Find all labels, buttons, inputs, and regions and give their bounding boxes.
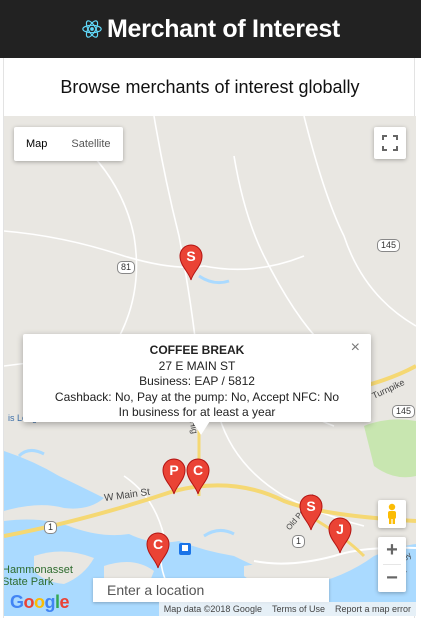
place-label: State Park — [4, 576, 54, 588]
fullscreen-button[interactable] — [374, 127, 406, 159]
report-map-error-link[interactable]: Report a map error — [330, 602, 416, 616]
route-shield-145: 145 — [377, 239, 401, 252]
merchant-name: COFFEE BREAK — [149, 343, 245, 357]
merchant-address: 27 E MAIN ST — [158, 358, 236, 373]
map-type-satellite-button[interactable]: Satellite — [59, 127, 122, 161]
info-window-tail — [192, 421, 210, 435]
place-label: Hammonasset — [4, 564, 73, 576]
route-shield-1: 1 — [44, 521, 58, 534]
google-logo: Google — [10, 592, 70, 612]
map-footer: Map data ©2018 Google Terms of Use Repor… — [158, 602, 416, 616]
merchant-marker[interactable]: S — [178, 243, 204, 281]
merchant-marker[interactable]: J — [327, 516, 353, 554]
merchant-marker-selected[interactable]: C — [185, 457, 211, 495]
fullscreen-icon — [382, 135, 398, 151]
merchant-features: Cashback: No, Pay at the pump: No, Accep… — [54, 389, 340, 404]
app-title: Merchant of Interest — [107, 14, 340, 43]
map-type-map-button[interactable]: Map — [14, 127, 59, 161]
app-header: Merchant of Interest — [0, 0, 421, 58]
zoom-control: + − — [378, 537, 406, 592]
merchant-marker[interactable]: P — [161, 457, 187, 495]
zoom-in-button[interactable]: + — [378, 537, 406, 564]
pegman-icon — [388, 503, 396, 524]
merchant-info-window: COFFEE BREAK 27 E MAIN ST Business: EAP … — [23, 334, 371, 422]
street-view-button[interactable] — [378, 500, 406, 528]
route-shield-81: 81 — [117, 261, 136, 274]
merchant-business: Business: EAP / 5812 — [139, 374, 255, 388]
react-atom-icon — [82, 20, 102, 38]
map[interactable]: Map Satellite 81 145 145 1 1 W Main St O… — [4, 116, 416, 616]
close-icon[interactable]: × — [351, 340, 360, 356]
route-shield-145: 145 — [392, 405, 416, 418]
map-data-attribution: Map data ©2018 Google — [163, 604, 262, 614]
location-search-input[interactable] — [93, 578, 329, 602]
merchant-marker[interactable]: C — [145, 531, 171, 569]
terms-of-use-link[interactable]: Terms of Use — [267, 602, 330, 616]
transit-icon — [179, 543, 191, 555]
merchant-tenure: In business for at least a year — [118, 405, 276, 419]
map-type-control: Map Satellite — [14, 127, 123, 161]
route-shield-1: 1 — [292, 535, 306, 548]
page-subtitle: Browse merchants of interest globally — [60, 76, 360, 97]
zoom-out-button[interactable]: − — [378, 565, 406, 592]
merchant-marker[interactable]: S — [298, 493, 324, 531]
content-card: Browse merchants of interest globally Ma… — [3, 58, 416, 618]
